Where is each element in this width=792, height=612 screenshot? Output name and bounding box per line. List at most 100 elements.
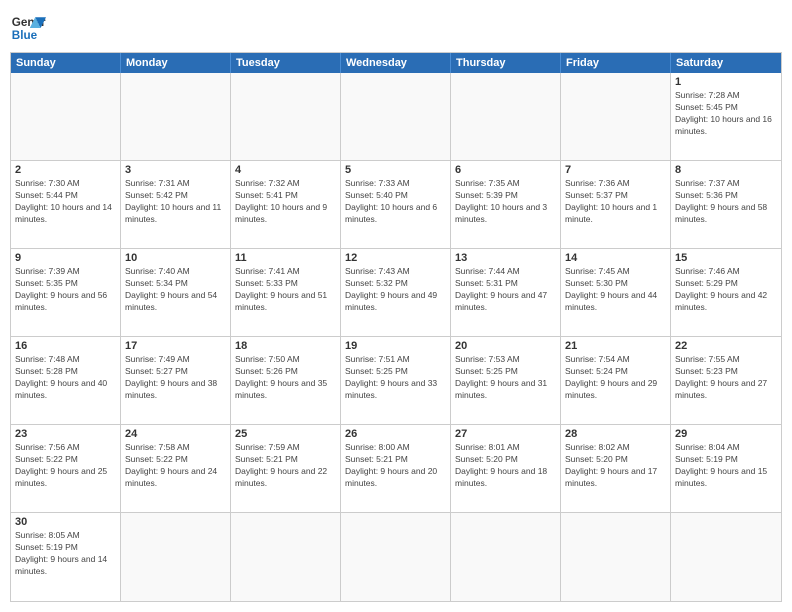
- calendar-cell: [231, 73, 341, 161]
- calendar-cell: [341, 513, 451, 601]
- logo-icon: General Blue: [10, 10, 46, 46]
- cell-sun-info: Sunrise: 7:43 AM Sunset: 5:32 PM Dayligh…: [345, 266, 446, 314]
- calendar-cell: 1 Sunrise: 7:28 AM Sunset: 5:45 PM Daylig…: [671, 73, 781, 161]
- calendar-cell: 10Sunrise: 7:40 AM Sunset: 5:34 PM Dayli…: [121, 249, 231, 337]
- calendar-cell: 18Sunrise: 7:50 AM Sunset: 5:26 PM Dayli…: [231, 337, 341, 425]
- cell-date-number: 2: [15, 164, 116, 176]
- cell-date-number: 7: [565, 164, 666, 176]
- cell-sun-info: Sunrise: 7:45 AM Sunset: 5:30 PM Dayligh…: [565, 266, 666, 314]
- header: General Blue: [10, 10, 782, 46]
- calendar-cell: [341, 73, 451, 161]
- header-thursday: Thursday: [451, 53, 561, 73]
- calendar-cell: 20 Sunrise: 7:53 AM Sunset: 5:25 PM Dayli…: [451, 337, 561, 425]
- calendar-cell: 27 Sunrise: 8:01 AM Sunset: 5:20 PM Dayli…: [451, 425, 561, 513]
- cell-sun-info: Sunrise: 8:05 AM Sunset: 5:19 PM Dayligh…: [15, 530, 116, 578]
- calendar-cell: [121, 513, 231, 601]
- calendar-cell: 6Sunrise: 7:35 AM Sunset: 5:39 PM Daylig…: [451, 161, 561, 249]
- cell-sun-info: Sunrise: 8:01 AM Sunset: 5:20 PM Dayligh…: [455, 442, 556, 490]
- calendar-cell: 29Sunrise: 8:04 AM Sunset: 5:19 PM Dayli…: [671, 425, 781, 513]
- cell-sun-info: Sunrise: 7:41 AM Sunset: 5:33 PM Dayligh…: [235, 266, 336, 314]
- cell-sun-info: Sunrise: 7:59 AM Sunset: 5:21 PM Dayligh…: [235, 442, 336, 490]
- header-monday: Monday: [121, 53, 231, 73]
- cell-date-number: 17: [125, 340, 226, 352]
- cell-date-number: 18: [235, 340, 336, 352]
- header-friday: Friday: [561, 53, 671, 73]
- cell-date-number: 8: [675, 164, 777, 176]
- cell-sun-info: Sunrise: 7:49 AM Sunset: 5:27 PM Dayligh…: [125, 354, 226, 402]
- calendar-cell: 15 Sunrise: 7:46 AM Sunset: 5:29 PM Dayli…: [671, 249, 781, 337]
- cell-date-number: 14: [565, 252, 666, 264]
- cell-date-number: 23: [15, 428, 116, 440]
- calendar-cell: [231, 513, 341, 601]
- cell-date-number: 28: [565, 428, 666, 440]
- cell-sun-info: Sunrise: 7:58 AM Sunset: 5:22 PM Dayligh…: [125, 442, 226, 490]
- cell-sun-info: Sunrise: 7:48 AM Sunset: 5:28 PM Dayligh…: [15, 354, 116, 402]
- calendar-cell: 8 Sunrise: 7:37 AM Sunset: 5:36 PM Daylig…: [671, 161, 781, 249]
- cell-date-number: 15: [675, 252, 777, 264]
- cell-date-number: 21: [565, 340, 666, 352]
- cell-sun-info: Sunrise: 7:37 AM Sunset: 5:36 PM Dayligh…: [675, 178, 777, 226]
- cell-sun-info: Sunrise: 7:56 AM Sunset: 5:22 PM Dayligh…: [15, 442, 116, 490]
- cell-sun-info: Sunrise: 7:46 AM Sunset: 5:29 PM Dayligh…: [675, 266, 777, 314]
- cell-date-number: 16: [15, 340, 116, 352]
- cell-date-number: 1: [675, 76, 777, 88]
- cell-date-number: 19: [345, 340, 446, 352]
- calendar-cell: 17 Sunrise: 7:49 AM Sunset: 5:27 PM Dayli…: [121, 337, 231, 425]
- cell-sun-info: Sunrise: 7:53 AM Sunset: 5:25 PM Dayligh…: [455, 354, 556, 402]
- cell-date-number: 12: [345, 252, 446, 264]
- day-headers: Sunday Monday Tuesday Wednesday Thursday…: [11, 53, 781, 73]
- svg-text:Blue: Blue: [12, 29, 38, 42]
- calendar-cell: 2 Sunrise: 7:30 AM Sunset: 5:44 PM Daylig…: [11, 161, 121, 249]
- page: General Blue Sunday Monday Tuesday Wedne…: [0, 0, 792, 612]
- cell-date-number: 3: [125, 164, 226, 176]
- header-wednesday: Wednesday: [341, 53, 451, 73]
- cell-date-number: 10: [125, 252, 226, 264]
- cell-date-number: 20: [455, 340, 556, 352]
- cell-date-number: 9: [15, 252, 116, 264]
- cell-date-number: 26: [345, 428, 446, 440]
- header-tuesday: Tuesday: [231, 53, 341, 73]
- calendar-cell: 23 Sunrise: 7:56 AM Sunset: 5:22 PM Dayli…: [11, 425, 121, 513]
- calendar-cell: [561, 513, 671, 601]
- calendar-cell: 9 Sunrise: 7:39 AM Sunset: 5:35 PM Daylig…: [11, 249, 121, 337]
- cell-date-number: 27: [455, 428, 556, 440]
- cell-sun-info: Sunrise: 7:28 AM Sunset: 5:45 PM Dayligh…: [675, 90, 777, 138]
- cell-date-number: 13: [455, 252, 556, 264]
- cell-sun-info: Sunrise: 7:36 AM Sunset: 5:37 PM Dayligh…: [565, 178, 666, 226]
- calendar-cell: 24 Sunrise: 7:58 AM Sunset: 5:22 PM Dayli…: [121, 425, 231, 513]
- calendar-cell: 25 Sunrise: 7:59 AM Sunset: 5:21 PM Dayli…: [231, 425, 341, 513]
- cell-sun-info: Sunrise: 7:30 AM Sunset: 5:44 PM Dayligh…: [15, 178, 116, 226]
- header-sunday: Sunday: [11, 53, 121, 73]
- calendar-cell: 13 Sunrise: 7:44 AM Sunset: 5:31 PM Dayli…: [451, 249, 561, 337]
- calendar-cell: 19Sunrise: 7:51 AM Sunset: 5:25 PM Dayli…: [341, 337, 451, 425]
- cell-sun-info: Sunrise: 7:33 AM Sunset: 5:40 PM Dayligh…: [345, 178, 446, 226]
- calendar-cell: 7 Sunrise: 7:36 AM Sunset: 5:37 PM Daylig…: [561, 161, 671, 249]
- cell-sun-info: Sunrise: 7:44 AM Sunset: 5:31 PM Dayligh…: [455, 266, 556, 314]
- calendar-cell: 28 Sunrise: 8:02 AM Sunset: 5:20 PM Dayli…: [561, 425, 671, 513]
- cell-date-number: 25: [235, 428, 336, 440]
- calendar-cell: [671, 513, 781, 601]
- cell-sun-info: Sunrise: 7:39 AM Sunset: 5:35 PM Dayligh…: [15, 266, 116, 314]
- calendar-cell: [451, 513, 561, 601]
- cell-sun-info: Sunrise: 7:55 AM Sunset: 5:23 PM Dayligh…: [675, 354, 777, 402]
- cell-date-number: 5: [345, 164, 446, 176]
- calendar-grid: 1 Sunrise: 7:28 AM Sunset: 5:45 PM Daylig…: [11, 73, 781, 601]
- calendar-cell: 11Sunrise: 7:41 AM Sunset: 5:33 PM Dayli…: [231, 249, 341, 337]
- cell-date-number: 29: [675, 428, 777, 440]
- calendar-cell: [121, 73, 231, 161]
- cell-sun-info: Sunrise: 7:32 AM Sunset: 5:41 PM Dayligh…: [235, 178, 336, 226]
- calendar-cell: 4 Sunrise: 7:32 AM Sunset: 5:41 PM Daylig…: [231, 161, 341, 249]
- calendar-cell: 5 Sunrise: 7:33 AM Sunset: 5:40 PM Daylig…: [341, 161, 451, 249]
- logo: General Blue: [10, 10, 46, 46]
- cell-sun-info: Sunrise: 8:02 AM Sunset: 5:20 PM Dayligh…: [565, 442, 666, 490]
- cell-date-number: 22: [675, 340, 777, 352]
- calendar-cell: 12 Sunrise: 7:43 AM Sunset: 5:32 PM Dayli…: [341, 249, 451, 337]
- cell-date-number: 24: [125, 428, 226, 440]
- cell-date-number: 30: [15, 516, 116, 528]
- calendar-cell: 21Sunrise: 7:54 AM Sunset: 5:24 PM Dayli…: [561, 337, 671, 425]
- calendar-cell: [11, 73, 121, 161]
- calendar-cell: 22 Sunrise: 7:55 AM Sunset: 5:23 PM Dayli…: [671, 337, 781, 425]
- cell-sun-info: Sunrise: 7:31 AM Sunset: 5:42 PM Dayligh…: [125, 178, 226, 226]
- calendar-cell: 14 Sunrise: 7:45 AM Sunset: 5:30 PM Dayli…: [561, 249, 671, 337]
- cell-date-number: 4: [235, 164, 336, 176]
